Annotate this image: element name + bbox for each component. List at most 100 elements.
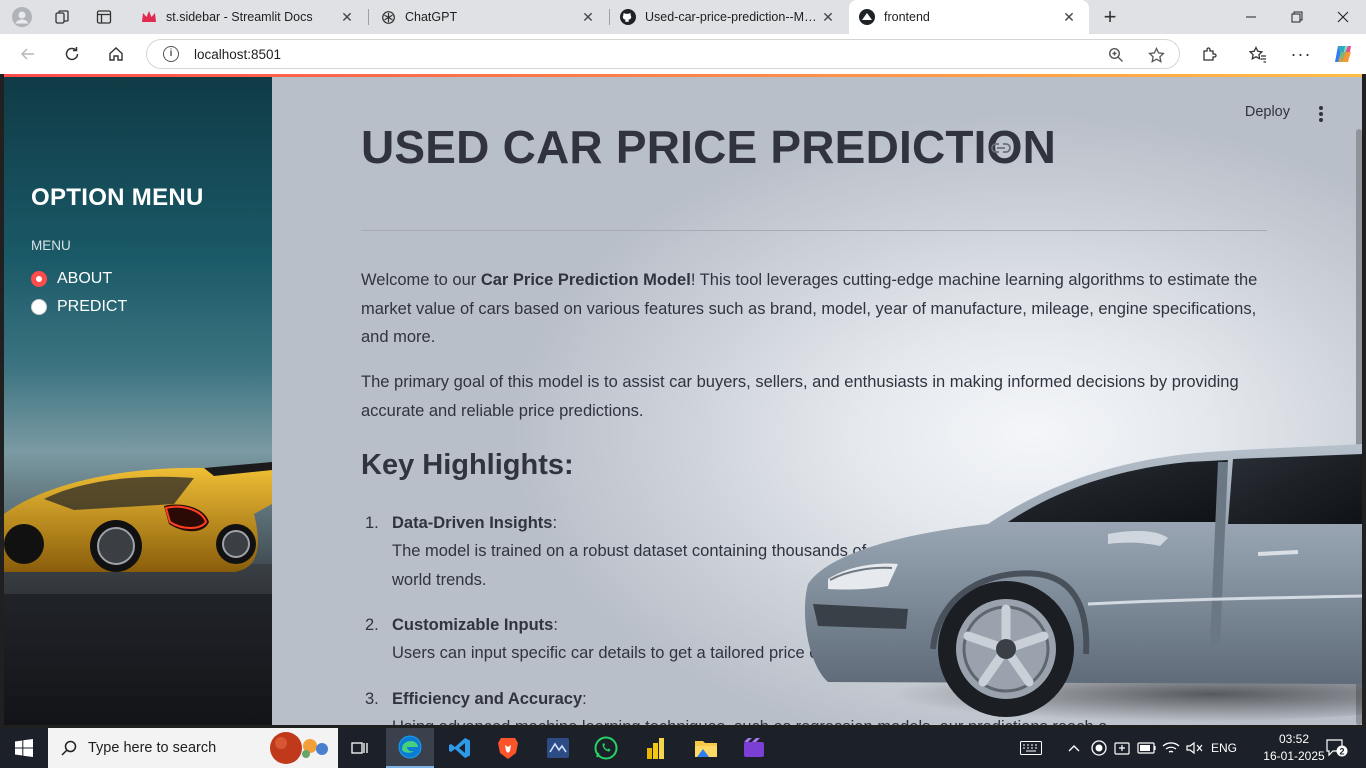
browser-tab-strip: st.sidebar - Streamlit Docs ✕ ChatGPT ✕ … [0,0,1366,34]
sports-car-image [4,462,272,725]
radio-option-predict[interactable]: PREDICT [31,295,127,319]
streamlit-crown-icon [141,9,157,25]
list-item-text: The model is trained on a robust dataset… [392,542,1264,589]
vscode-taskbar-icon[interactable] [436,728,484,768]
tab-github[interactable]: Used-car-price-prediction--ML/ a ✕ [610,0,848,34]
meet-now-icon[interactable] [1112,728,1134,768]
close-tab-icon[interactable]: ✕ [337,9,357,26]
reload-icon[interactable] [56,38,88,70]
github-icon [620,9,636,25]
list-item: 2. Customizable Inputs: Users can input … [361,611,1267,671]
tab-frontend[interactable]: frontend ✕ [849,0,1089,34]
tab-title: frontend [884,10,930,24]
brave-taskbar-icon[interactable] [484,728,532,768]
list-item: 3. Efficiency and Accuracy: Using advanc… [361,685,1267,725]
zoom-icon[interactable] [1105,44,1127,66]
new-tab-button[interactable]: + [1092,0,1128,34]
list-item-text: Using advanced machine learning techniqu… [392,713,1267,725]
highlights-heading: Key Highlights: [361,449,574,481]
list-item-title: Efficiency and Accuracy [392,690,583,708]
windows-start-icon[interactable] [0,728,48,768]
language-indicator[interactable]: ENG [1208,728,1240,768]
tab-chatgpt[interactable]: ChatGPT ✕ [370,0,608,34]
close-tab-icon[interactable]: ✕ [578,9,598,26]
search-highlight-icon [270,732,328,764]
show-hidden-icons-chevron-icon[interactable] [1064,728,1084,768]
tab-title: st.sidebar - Streamlit Docs [166,10,313,24]
clipchamp-taskbar-icon[interactable] [730,728,778,768]
volume-muted-icon[interactable] [1184,728,1206,768]
sidebar-title: OPTION MENU [31,184,204,211]
extensions-icon[interactable] [1193,38,1225,70]
file-explorer-taskbar-icon[interactable] [682,728,730,768]
workspaces-icon[interactable] [44,0,80,34]
divider [361,230,1267,231]
radio-unselected-icon[interactable] [31,299,47,315]
profile-icon[interactable] [4,0,40,34]
copilot-icon[interactable] [1327,38,1359,70]
favorite-star-icon[interactable] [1145,44,1167,66]
address-bar[interactable]: i localhost:8501 [146,39,1180,69]
power-bi-taskbar-icon[interactable] [632,728,680,768]
close-window-icon[interactable] [1320,0,1366,34]
taskbar-clock[interactable]: 03:52 16-01-2025 [1262,731,1326,765]
streamlit-top-decoration [4,74,1362,77]
list-item: 1. Data-Driven Insights: The model is tr… [361,509,1267,589]
minimize-icon[interactable] [1228,0,1274,34]
wifi-icon[interactable] [1160,728,1182,768]
notifications-icon[interactable]: 2 [1322,728,1352,768]
tab-title: ChatGPT [405,10,458,24]
home-icon[interactable] [100,38,132,70]
edge-taskbar-icon[interactable] [386,728,434,768]
close-tab-icon[interactable]: ✕ [1059,9,1079,26]
tab-streamlit-docs[interactable]: st.sidebar - Streamlit Docs ✕ [131,0,367,34]
record-icon[interactable] [1088,728,1110,768]
close-tab-icon[interactable]: ✕ [818,9,838,26]
sidebar: OPTION MENU MENU ABOUT PREDICT [4,74,272,725]
intro-bold: Car Price Prediction Model [480,271,691,289]
back-icon[interactable] [12,38,44,70]
tab-title: Used-car-price-prediction--ML/ a [645,10,818,24]
list-number: 1. [365,514,379,532]
task-view-icon[interactable] [336,728,384,768]
svg-text:2: 2 [1339,747,1344,757]
more-menu-icon[interactable]: ··· [1285,38,1317,70]
favorites-icon[interactable] [1242,38,1274,70]
list-number: 3. [365,690,379,708]
goal-paragraph: The primary goal of this model is to ass… [361,373,1239,420]
url-text[interactable]: localhost:8501 [194,47,281,62]
main-content-area: Deploy USED CAR PRICE PREDICTION Welcome… [272,74,1362,725]
search-placeholder: Type here to search [88,740,217,756]
list-number: 2. [365,616,379,634]
list-item-title: Data-Driven Insights [392,514,553,532]
page-viewport: OPTION MENU MENU ABOUT PREDICT Deploy US… [4,74,1362,725]
whatsapp-taskbar-icon[interactable] [582,728,630,768]
search-icon [61,740,77,756]
site-info-icon[interactable]: i [163,46,179,62]
radio-label: ABOUT [57,270,113,287]
chatgpt-icon [380,9,396,25]
restore-icon[interactable] [1274,0,1320,34]
radio-label: PREDICT [57,298,128,315]
vertical-tabs-icon[interactable] [86,0,122,34]
browser-toolbar: i localhost:8501 ··· [0,34,1366,74]
taskbar-search-box[interactable]: Type here to search [48,728,338,768]
clock-time: 03:52 [1278,732,1310,746]
page-title: USED CAR PRICE PREDICTION [361,121,1057,173]
anchor-link-icon[interactable] [991,142,1011,154]
windows-taskbar: Type here to search ENG 03:52 16-01-2025… [0,728,1366,768]
radio-option-about[interactable]: ABOUT [31,267,112,291]
intro-paragraph: Welcome to our Car Price Prediction Mode… [361,271,1258,346]
keyboard-icon[interactable] [1016,728,1046,768]
menu-label: MENU [31,238,71,253]
main-menu-icon[interactable] [1316,104,1326,124]
deploy-button[interactable]: Deploy [1245,104,1290,120]
streamlit-icon [859,9,875,25]
list-item-title: Customizable Inputs [392,616,554,634]
ssms-taskbar-icon[interactable] [534,728,582,768]
radio-selected-icon[interactable] [31,271,47,287]
page-scrollbar[interactable] [1356,129,1362,725]
list-item-text: Users can input specific car details to … [392,644,877,662]
battery-icon[interactable] [1136,728,1158,768]
clock-date: 16-01-2025 [1263,749,1325,763]
